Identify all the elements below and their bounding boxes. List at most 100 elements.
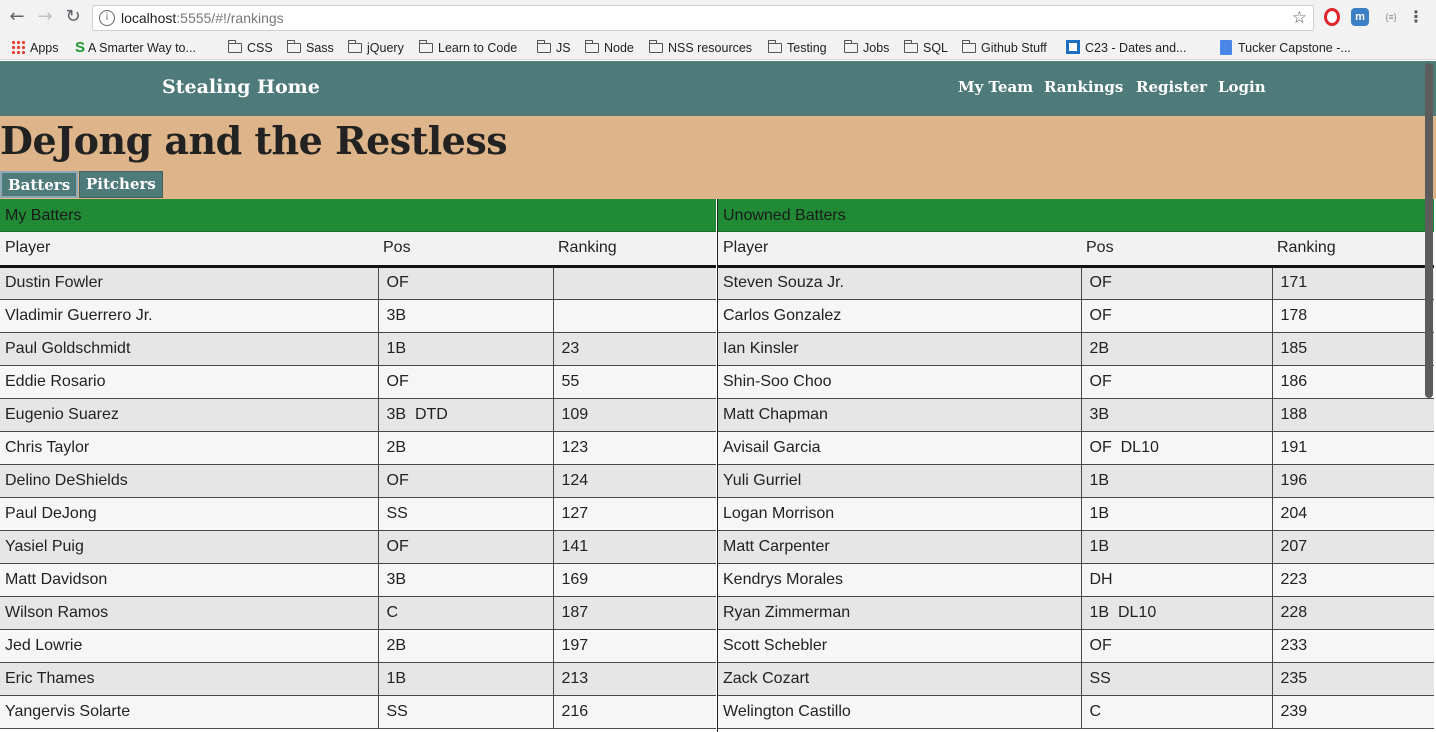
- nav-my-team[interactable]: My Team: [958, 78, 1033, 96]
- nav-register[interactable]: Register: [1136, 78, 1207, 96]
- table-row[interactable]: Matt Carpenter 1B 207: [718, 530, 1434, 564]
- bookmark-c23-dates[interactable]: C23 - Dates and...: [1066, 39, 1186, 57]
- ranking-cell: 23: [552, 332, 716, 366]
- bookmark-folder-jobs[interactable]: Jobs: [843, 39, 889, 57]
- my-batters-panel: My Batters Player Pos Ranking Dustin Fow…: [0, 199, 716, 732]
- column-header-player[interactable]: Player: [0, 232, 378, 268]
- table-row[interactable]: Matt Davidson 3B 169: [0, 563, 716, 597]
- player-cell: Scott Schebler: [718, 629, 1081, 663]
- column-header-pos[interactable]: Pos: [378, 232, 553, 268]
- ranking-cell: 235: [1271, 662, 1434, 696]
- json-extension-icon[interactable]: {≡}: [1379, 8, 1403, 26]
- ranking-cell: 188: [1271, 398, 1434, 432]
- folder-icon: [536, 40, 551, 53]
- pos-cell: 1B: [1080, 497, 1272, 531]
- bookmark-apps[interactable]: Apps: [11, 39, 59, 57]
- table-row[interactable]: Paul DeJong SS 127: [0, 497, 716, 531]
- column-header-player[interactable]: Player: [718, 232, 1081, 268]
- page-scrollbar[interactable]: [1425, 63, 1433, 398]
- table-row[interactable]: Yangervis Solarte SS 216: [0, 695, 716, 729]
- table-row[interactable]: Ryan Zimmerman 1B DL10 228: [718, 596, 1434, 630]
- table-row[interactable]: Eddie Rosario OF 55: [0, 365, 716, 399]
- player-cell: Paul DeJong: [0, 497, 378, 531]
- table-row[interactable]: Carlos Gonzalez OF 178: [718, 299, 1434, 333]
- table-row[interactable]: Matt Chapman 3B 188: [718, 398, 1434, 432]
- bookmark-folder-sass[interactable]: Sass: [286, 39, 334, 57]
- brand-link[interactable]: Stealing Home: [162, 76, 320, 98]
- table-row[interactable]: Vladimir Guerrero Jr. 3B: [0, 299, 716, 333]
- table-row[interactable]: Delino DeShields OF 124: [0, 464, 716, 498]
- table-row[interactable]: Wilson Ramos C 187: [0, 596, 716, 630]
- bookmark-folder-css[interactable]: CSS: [227, 39, 273, 57]
- table-row[interactable]: Logan Morrison 1B 204: [718, 497, 1434, 531]
- address-bar[interactable]: i localhost:5555/#!/rankings ☆: [92, 5, 1314, 31]
- player-cell: Avisail Garcia: [718, 431, 1081, 465]
- table-row[interactable]: Steven Souza Jr. OF 171: [718, 266, 1434, 300]
- doc-icon: [1220, 40, 1232, 55]
- table-row[interactable]: Chris Taylor 2B 123: [0, 431, 716, 465]
- table-row[interactable]: Zack Cozart SS 235: [718, 662, 1434, 696]
- table-row[interactable]: Eric Thames 1B 213: [0, 662, 716, 696]
- ranking-cell: 207: [1271, 530, 1434, 564]
- bookmark-tucker-capstone[interactable]: Tucker Capstone -...: [1220, 39, 1351, 57]
- url-text[interactable]: localhost:5555/#!/rankings: [121, 10, 284, 26]
- bookmark-folder-js[interactable]: JS: [536, 39, 571, 57]
- s-icon: S: [75, 39, 86, 56]
- tab-batters[interactable]: Batters: [0, 171, 79, 198]
- pos-cell: OF: [1080, 266, 1272, 300]
- bookmarks-bar: Apps SA Smarter Way to... CSS Sass jQuer…: [0, 36, 1436, 60]
- player-cell: Delino DeShields: [0, 464, 378, 498]
- column-header-ranking[interactable]: Ranking: [1272, 232, 1434, 268]
- bookmark-folder-jquery[interactable]: jQuery: [347, 39, 404, 57]
- ranking-cell: 228: [1271, 596, 1434, 630]
- column-header-pos[interactable]: Pos: [1081, 232, 1272, 268]
- info-icon[interactable]: i: [99, 10, 115, 26]
- table-row[interactable]: Yuli Gurriel 1B 196: [718, 464, 1434, 498]
- bookmark-folder-node[interactable]: Node: [584, 39, 634, 57]
- malwarebytes-extension-icon[interactable]: m: [1351, 8, 1369, 26]
- table-row[interactable]: Avisail Garcia OF DL10 191: [718, 431, 1434, 465]
- table-row[interactable]: Scott Schebler OF 233: [718, 629, 1434, 663]
- table-row[interactable]: Paul Goldschmidt 1B 23: [0, 332, 716, 366]
- table-row[interactable]: Kendrys Morales DH 223: [718, 563, 1434, 597]
- opera-extension-icon[interactable]: [1324, 8, 1340, 26]
- table-row[interactable]: Ian Kinsler 2B 185: [718, 332, 1434, 366]
- column-header-ranking[interactable]: Ranking: [553, 232, 716, 268]
- table-row[interactable]: Eugenio Suarez 3B DTD 109: [0, 398, 716, 432]
- folder-icon: [418, 40, 433, 53]
- nav-rankings[interactable]: Rankings: [1044, 78, 1123, 96]
- pos-cell: OF: [377, 365, 553, 399]
- table-row[interactable]: Jed Lowrie 2B 197: [0, 629, 716, 663]
- back-arrow-icon[interactable]: ←: [6, 6, 28, 28]
- team-banner: DeJong and the Restless Batters Pitchers: [0, 116, 1436, 199]
- pos-cell: SS: [377, 695, 553, 729]
- bookmark-folder-github-stuff[interactable]: Github Stuff: [961, 39, 1047, 57]
- bookmark-folder-nss-resources[interactable]: NSS resources: [648, 39, 752, 57]
- player-cell: Yuli Gurriel: [718, 464, 1081, 498]
- forward-arrow-icon[interactable]: →: [34, 6, 56, 28]
- ranking-cell: [552, 266, 716, 300]
- table-row[interactable]: Shin-Soo Choo OF 186: [718, 365, 1434, 399]
- my-batters-table: Player Pos Ranking Dustin Fowler OF Vladim…: [0, 232, 716, 729]
- player-cell: Welington Castillo: [718, 695, 1081, 729]
- bookmark-folder-learn-to-code[interactable]: Learn to Code: [418, 39, 517, 57]
- page-content: Stealing Home My Team Rankings Register …: [0, 61, 1436, 732]
- nav-login[interactable]: Login: [1218, 78, 1266, 96]
- ranking-cell: 178: [1271, 299, 1434, 333]
- browser-menu-icon[interactable]: ⋮: [1408, 8, 1424, 26]
- pos-cell: 2B: [1080, 332, 1272, 366]
- bookmark-star-icon[interactable]: ☆: [1292, 8, 1307, 28]
- pos-cell: 1B: [1080, 464, 1272, 498]
- pos-cell: SS: [1080, 662, 1272, 696]
- reload-icon[interactable]: ↻: [62, 6, 84, 28]
- pos-cell: 3B: [377, 563, 553, 597]
- table-row[interactable]: Yasiel Puig OF 141: [0, 530, 716, 564]
- tab-pitchers[interactable]: Pitchers: [79, 171, 163, 198]
- table-row[interactable]: Dustin Fowler OF: [0, 266, 716, 300]
- bookmark-folder-testing[interactable]: Testing: [767, 39, 827, 57]
- pos-cell: OF: [1080, 299, 1272, 333]
- ranking-cell: 123: [552, 431, 716, 465]
- bookmark-smarter-way[interactable]: SA Smarter Way to...: [75, 39, 196, 57]
- table-row[interactable]: Welington Castillo C 239: [718, 695, 1434, 729]
- bookmark-folder-sql[interactable]: SQL: [903, 39, 948, 57]
